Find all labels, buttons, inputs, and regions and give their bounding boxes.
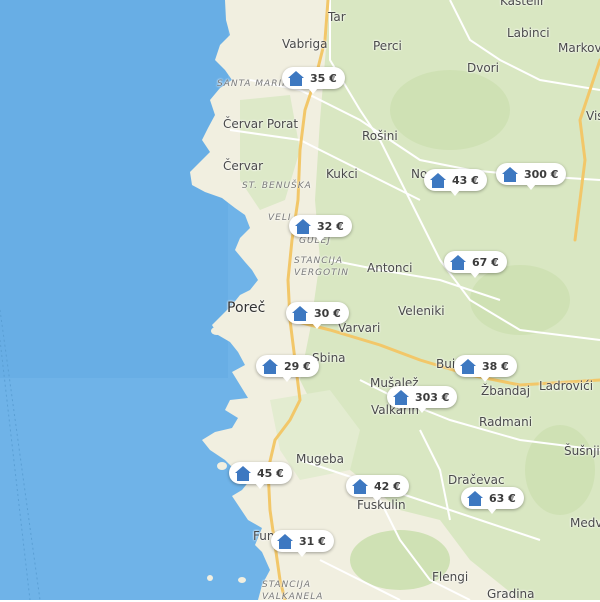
price-label: 42 € [374, 479, 401, 493]
house-icon [277, 533, 293, 549]
price-marker[interactable]: 31 € [271, 530, 334, 557]
place-ladrovici: Ladrovići [539, 379, 594, 393]
price-label: 38 € [482, 359, 509, 373]
house-icon [460, 358, 476, 374]
price-marker[interactable]: 30 € [286, 302, 349, 329]
price-label: 35 € [310, 71, 337, 85]
price-marker[interactable]: 45 € [229, 462, 292, 489]
place-radmani: Radmani [479, 415, 533, 429]
place-st-benuska: St. Benuška [242, 181, 312, 191]
place-gradina: Gradina [487, 587, 535, 601]
price-label: 29 € [284, 359, 311, 373]
place-medv: Medv [570, 516, 600, 530]
house-icon [467, 490, 483, 506]
place-kasteli: Kastelir [500, 0, 545, 8]
price-marker[interactable]: 43 € [424, 169, 487, 196]
place-susnjici: Šušnji [564, 444, 600, 458]
house-icon [235, 465, 251, 481]
price-label: 43 € [452, 173, 479, 187]
price-marker[interactable]: 35 € [282, 67, 345, 94]
price-label: 32 € [317, 219, 344, 233]
house-icon [262, 358, 278, 374]
place-cervar: Červar [223, 159, 264, 173]
place-dvori: Dvori [467, 61, 499, 75]
place-rosini: Rošini [362, 129, 398, 143]
place-markovac: Markov [558, 41, 600, 55]
house-icon [288, 70, 304, 86]
price-label: 30 € [314, 306, 341, 320]
place-stancija-valkanela-1: Stancija [262, 580, 312, 590]
place-tar: Tar [328, 10, 346, 24]
place-porec: Poreč [227, 300, 266, 316]
place-varvari: Varvari [338, 321, 381, 335]
price-marker[interactable]: 32 € [289, 215, 352, 242]
price-label: 303 € [415, 390, 450, 404]
house-icon [430, 172, 446, 188]
place-flengi: Flengi [432, 570, 469, 584]
house-icon [450, 254, 466, 270]
price-label: 31 € [299, 534, 326, 548]
place-mugeba: Mugeba [296, 452, 344, 466]
place-cervar-porat: Červar Porat [223, 117, 299, 131]
place-veli: Veli [268, 213, 292, 223]
price-label: 67 € [472, 255, 499, 269]
place-stancija-vergotin-1: Stancija [294, 256, 344, 266]
price-label: 63 € [489, 491, 516, 505]
place-vis: Vis [586, 109, 600, 123]
place-vabriga: Vabriga [282, 37, 328, 51]
price-marker[interactable]: 303 € [387, 386, 458, 413]
place-zbandaj: Žbandaj [481, 384, 531, 398]
price-marker[interactable]: 63 € [461, 487, 524, 514]
price-marker[interactable]: 67 € [444, 251, 507, 278]
house-icon [502, 166, 518, 182]
place-stancija-valkanela-2: Valkanela [262, 592, 324, 602]
map-background[interactable] [0, 0, 600, 600]
place-veleniki: Veleniki [398, 304, 445, 318]
price-label: 45 € [257, 466, 284, 480]
price-marker[interactable]: 42 € [346, 475, 409, 502]
price-label: 300 € [524, 167, 559, 181]
place-dracevac: Dračevac [448, 473, 505, 487]
price-marker[interactable]: 300 € [496, 163, 567, 190]
house-icon [295, 218, 311, 234]
house-icon [292, 305, 308, 321]
house-icon [393, 389, 409, 405]
price-marker[interactable]: 29 € [256, 355, 319, 382]
place-kukci: Kukci [326, 167, 358, 181]
place-antonci: Antonci [367, 261, 413, 275]
place-bui: Bui [436, 357, 456, 371]
place-perci: Perci [373, 39, 402, 53]
place-stancija-vergotin-2: Vergotin [294, 268, 350, 278]
place-labinci: Labinci [507, 26, 550, 40]
price-marker[interactable]: 38 € [454, 355, 517, 382]
house-icon [352, 478, 368, 494]
